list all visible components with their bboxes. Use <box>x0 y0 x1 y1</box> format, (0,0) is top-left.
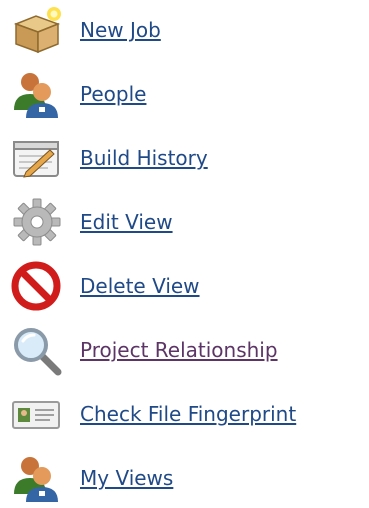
task-people[interactable]: People <box>0 64 369 124</box>
check-file-fingerprint-link[interactable]: Check File Fingerprint <box>80 402 296 426</box>
task-edit-view[interactable]: Edit View <box>0 192 369 252</box>
people-icon[interactable] <box>8 66 64 122</box>
people-link[interactable]: People <box>80 82 146 106</box>
task-list: New Job People Build History Edit View D… <box>0 0 369 506</box>
fingerprint-icon[interactable] <box>8 386 64 442</box>
gear-icon[interactable] <box>8 194 64 250</box>
task-build-history[interactable]: Build History <box>0 128 369 188</box>
build-history-icon[interactable] <box>8 130 64 186</box>
task-delete-view[interactable]: Delete View <box>0 256 369 316</box>
task-my-views[interactable]: My Views <box>0 448 369 508</box>
task-check-file-fingerprint[interactable]: Check File Fingerprint <box>0 384 369 444</box>
new-job-link[interactable]: New Job <box>80 18 161 42</box>
my-views-link[interactable]: My Views <box>80 466 173 490</box>
magnifier-icon[interactable] <box>8 322 64 378</box>
task-new-job[interactable]: New Job <box>0 0 369 60</box>
delete-view-link[interactable]: Delete View <box>80 274 200 298</box>
project-relationship-link[interactable]: Project Relationship <box>80 338 278 362</box>
no-entry-icon[interactable] <box>8 258 64 314</box>
new-job-icon[interactable] <box>8 2 64 58</box>
task-project-relationship[interactable]: Project Relationship <box>0 320 369 380</box>
people-icon[interactable] <box>8 450 64 506</box>
edit-view-link[interactable]: Edit View <box>80 210 173 234</box>
build-history-link[interactable]: Build History <box>80 146 208 170</box>
